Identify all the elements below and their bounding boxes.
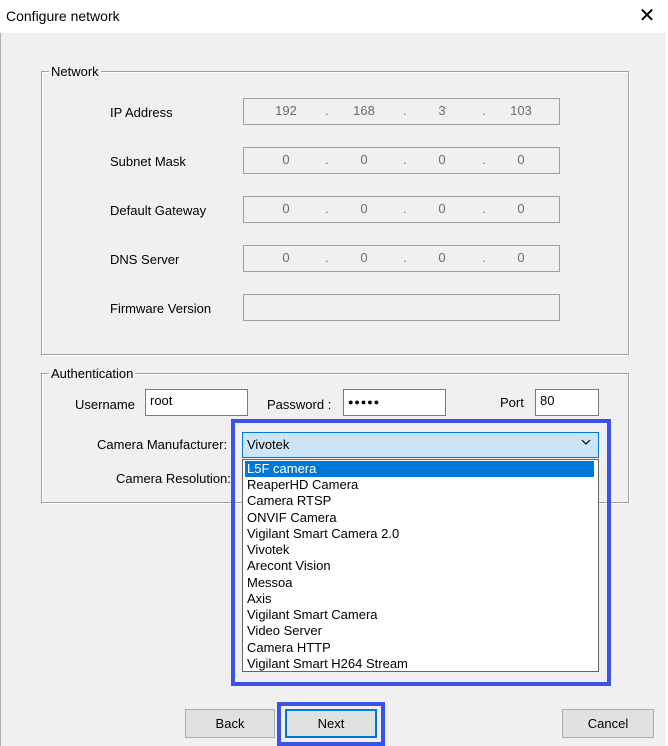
ip-separator: . [482,250,486,265]
network-group-label: Network [49,64,101,79]
firmware-version-field [243,294,560,321]
dns-octet-1[interactable]: 0 [266,250,306,265]
ip-separator: . [482,201,486,216]
manufacturer-options-list[interactable]: L5F camera ReaperHD Camera Camera RTSP O… [242,459,599,672]
dns-octet-4[interactable]: 0 [501,250,541,265]
ip-separator: . [403,103,407,118]
ip-separator: . [482,152,486,167]
close-icon[interactable]: ✕ [632,3,662,29]
camera-manufacturer-select[interactable]: Vivotek [242,432,599,458]
option-onvif-camera[interactable]: ONVIF Camera [245,510,594,526]
chevron-down-icon[interactable] [580,436,592,451]
option-arecont-vision[interactable]: Arecont Vision [245,558,594,574]
camera-manufacturer-label: Camera Manufacturer: [97,437,228,452]
ip-separator: . [403,250,407,265]
subnet-octet-4[interactable]: 0 [501,152,541,167]
option-vivotek[interactable]: Vivotek [245,542,594,558]
gateway-octet-3[interactable]: 0 [422,201,462,216]
username-input[interactable]: root [145,389,248,416]
ip-octet-4[interactable]: 103 [501,103,541,118]
window-edge-left [0,33,1,746]
firmware-version-label: Firmware Version [110,301,212,316]
ip-octet-3[interactable]: 3 [422,103,462,118]
option-camera-http[interactable]: Camera HTTP [245,640,594,656]
cancel-button[interactable]: Cancel [562,709,654,738]
password-label: Password : [267,397,332,412]
option-l5f-camera[interactable]: L5F camera [244,460,595,478]
subnet-mask-field[interactable]: 0 . 0 . 0 . 0 [243,147,560,174]
gateway-octet-2[interactable]: 0 [344,201,384,216]
option-video-server[interactable]: Video Server [245,623,594,639]
ip-octet-2[interactable]: 168 [344,103,384,118]
ip-address-field[interactable]: 192 . 168 . 3 . 103 [243,98,560,125]
subnet-octet-1[interactable]: 0 [266,152,306,167]
option-vigilant-smart-h264-stream[interactable]: Vigilant Smart H264 Stream [245,656,594,672]
dns-server-label: DNS Server [110,252,180,267]
subnet-mask-label: Subnet Mask [110,154,186,169]
title-bar: Configure network ✕ [0,0,668,33]
option-vigilant-smart-camera[interactable]: Vigilant Smart Camera [245,607,594,623]
option-camera-rtsp[interactable]: Camera RTSP [245,493,594,509]
ip-separator: . [325,152,329,167]
dns-octet-3[interactable]: 0 [422,250,462,265]
subnet-octet-2[interactable]: 0 [344,152,384,167]
camera-resolution-label: Camera Resolution: [116,471,231,486]
default-gateway-field[interactable]: 0 . 0 . 0 . 0 [243,196,560,223]
ip-separator: . [325,103,329,118]
ip-separator: . [403,152,407,167]
back-button[interactable]: Back [185,709,275,738]
option-axis[interactable]: Axis [245,591,594,607]
port-input[interactable]: 80 [535,389,599,416]
username-label: Username [75,397,135,412]
gateway-octet-1[interactable]: 0 [266,201,306,216]
port-label: Port [500,395,524,410]
option-messoa[interactable]: Messoa [245,575,594,591]
default-gateway-label: Default Gateway [110,203,207,218]
password-input[interactable]: ●●●●● [343,389,446,416]
ip-separator: . [325,201,329,216]
ip-octet-1[interactable]: 192 [266,103,306,118]
option-reaperhd-camera[interactable]: ReaperHD Camera [245,477,594,493]
ip-separator: . [325,250,329,265]
subnet-octet-3[interactable]: 0 [422,152,462,167]
selected-manufacturer: Vivotek [247,437,290,452]
dns-server-field[interactable]: 0 . 0 . 0 . 0 [243,245,560,272]
authentication-group-label: Authentication [49,366,136,381]
ip-separator: . [482,103,486,118]
option-vigilant-smart-camera-2[interactable]: Vigilant Smart Camera 2.0 [245,526,594,542]
ip-separator: . [403,201,407,216]
window-title: Configure network [6,8,120,24]
dns-octet-2[interactable]: 0 [344,250,384,265]
gateway-octet-4[interactable]: 0 [501,201,541,216]
ip-address-label: IP Address [110,105,173,120]
next-button[interactable]: Next [285,709,377,738]
